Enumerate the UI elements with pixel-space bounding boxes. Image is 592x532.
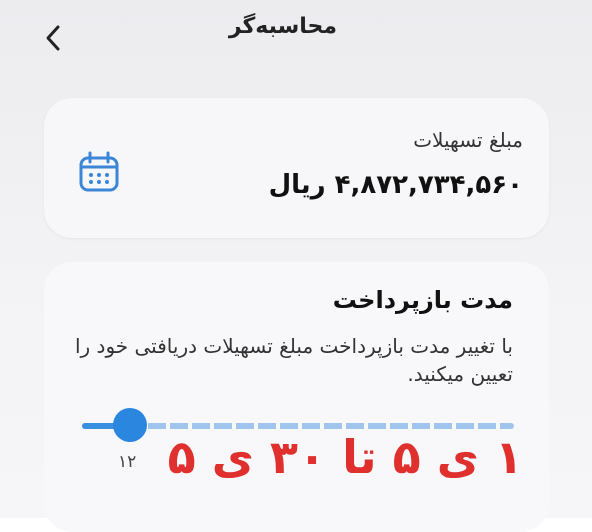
calendar-icon[interactable] — [77, 150, 121, 194]
repayment-duration-title: مدت بازپرداخت — [332, 286, 513, 314]
back-button[interactable] — [36, 20, 70, 56]
facility-amount-label: مبلغ تسهیلات — [413, 128, 523, 152]
facility-amount-card: مبلغ تسهیلات ۴,۸۷۲,۷۳۴,۵۶۰ ریال — [44, 98, 549, 238]
range-annotation: ۱ ی ۵ تا ۳۰ ی ۵ — [167, 430, 523, 484]
calculator-screen: محاسبه‌گر مبلغ تسهیلات ۴,۸۷۲,۷۳۴,۵۶۰ ریا… — [0, 0, 592, 532]
facility-amount-value: ۴,۸۷۲,۷۳۴,۵۶۰ ریال — [268, 170, 523, 200]
repayment-duration-card: مدت بازپرداخت با تغییر مدت بازپرداخت مبل… — [44, 262, 549, 532]
slider-thumb[interactable] — [113, 408, 147, 442]
page-title: محاسبه‌گر — [228, 14, 337, 39]
slider-min-label: ۱۲ — [118, 452, 137, 472]
repayment-duration-description: با تغییر مدت بازپرداخت مبلغ تسهیلات دریا… — [74, 334, 513, 386]
top-bar: محاسبه‌گر — [0, 0, 592, 70]
chevron-left-icon — [46, 25, 60, 51]
